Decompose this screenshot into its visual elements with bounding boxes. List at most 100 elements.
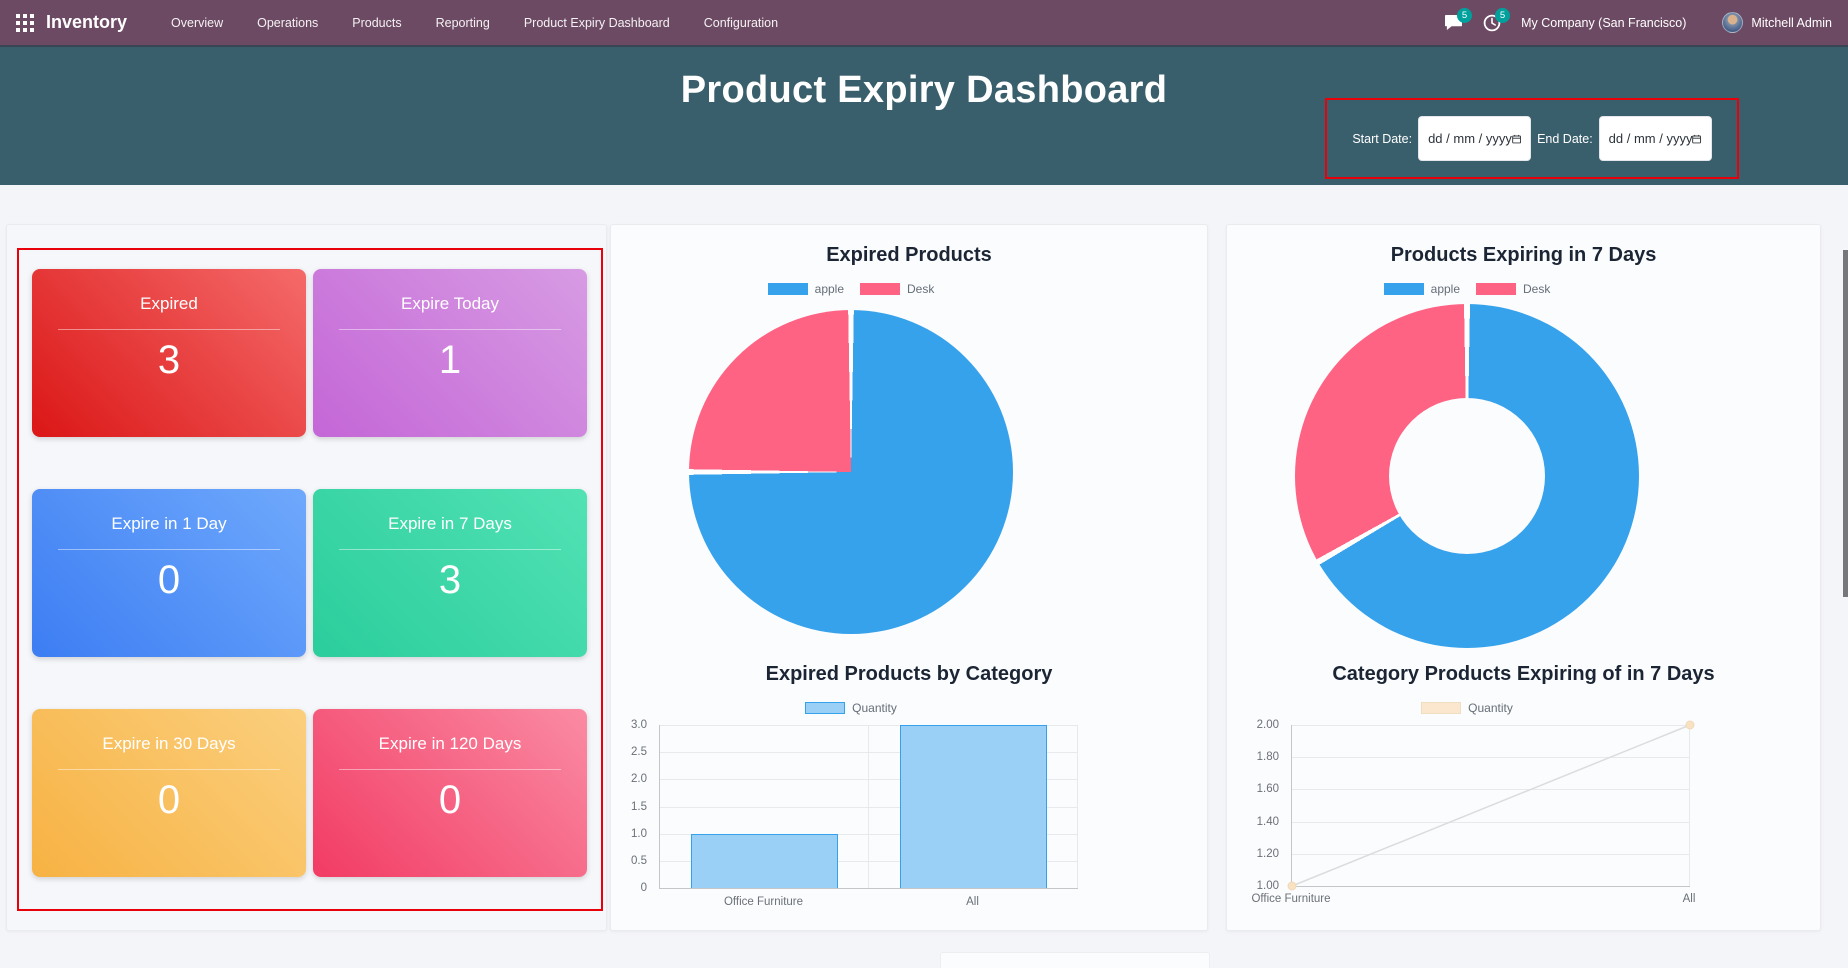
y-tick-label: 3.0 — [631, 719, 647, 731]
gridline — [868, 725, 869, 888]
expired-products-chart-canvas — [611, 310, 1091, 634]
data-point-all[interactable] — [1685, 720, 1695, 730]
dashboard-header: Product Expiry Dashboard Start Date: dd … — [0, 45, 1848, 185]
line-plot-area[interactable] — [1287, 720, 1695, 891]
activities-button[interactable]: 5 — [1483, 7, 1511, 32]
summary-cards-panel: Expired 3 Expire Today 1 Expire in 1 Day 0 Exp… — [6, 224, 607, 931]
nav-item-overview[interactable]: Overview — [171, 16, 223, 30]
expiring-7-days-chart-canvas — [1227, 304, 1707, 648]
end-date-value: dd / mm / yyyy — [1608, 131, 1693, 146]
card-expire-in-120-days[interactable]: Expire in 120 Days 0 — [313, 709, 587, 877]
card-label: Expire Today — [401, 294, 499, 313]
start-date-label: Start Date: — [1352, 131, 1413, 146]
page-scrollbar-thumb[interactable] — [1843, 250, 1848, 597]
legend-swatch-apple — [767, 283, 808, 295]
card-expire-today[interactable]: Expire Today 1 — [313, 269, 587, 437]
card-value: 3 — [438, 558, 462, 602]
card-label: Expired — [140, 294, 198, 313]
expired-by-category-chart-title: Expired Products by Category — [765, 663, 1053, 685]
expired-products-pie-chart[interactable] — [689, 310, 1013, 634]
card-expire-in-7-days[interactable]: Expire in 7 Days 3 — [313, 489, 587, 657]
card-divider — [339, 329, 561, 330]
y-axis: 0 0.5 1.0 1.5 2.0 2.5 3.0 — [611, 719, 655, 894]
legend-item-desk[interactable]: Desk — [860, 282, 934, 296]
card-label: Expire in 1 Day — [111, 514, 227, 533]
legend-item-quantity[interactable]: Quantity — [805, 701, 897, 715]
bar-plot-area[interactable] — [659, 725, 1078, 889]
card-value: 0 — [157, 558, 181, 602]
line-series — [1287, 720, 1695, 891]
card-expire-in-1-day[interactable]: Expire in 1 Day 0 — [32, 489, 306, 657]
legend-item-desk[interactable]: Desk — [1476, 282, 1550, 296]
partially-visible-card — [940, 952, 1210, 968]
messages-badge: 5 — [1457, 8, 1473, 23]
cards-grid: Expired 3 Expire Today 1 Expire in 1 Day 0 Exp… — [19, 250, 601, 896]
nav-item-reporting[interactable]: Reporting — [436, 16, 490, 30]
expiring-7-days-chart-title: Products Expiring in 7 Days — [1390, 244, 1657, 266]
y-tick-label: 1.5 — [631, 800, 647, 813]
legend-item-quantity[interactable]: Quantity — [1421, 701, 1513, 715]
y-tick-label: 2.00 — [1256, 719, 1279, 731]
legend-label: Desk — [1523, 282, 1551, 296]
legend-item-apple[interactable]: apple — [1383, 282, 1461, 296]
nav-item-products[interactable]: Products — [352, 16, 401, 30]
y-tick-label: 2.0 — [631, 773, 647, 786]
nav-item-operations[interactable]: Operations — [257, 16, 318, 30]
legend-label: apple — [814, 282, 845, 296]
gridline — [1077, 725, 1078, 888]
data-point-office-furniture[interactable] — [1287, 881, 1297, 891]
cards-highlight-box: Expired 3 Expire Today 1 Expire in 1 Day 0 Exp… — [17, 248, 603, 911]
x-label-all: All — [1682, 893, 1696, 905]
card-label: Expire in 120 Days — [378, 734, 522, 753]
company-switcher[interactable]: My Company (San Francisco) — [1521, 16, 1686, 30]
y-tick-label: 1.40 — [1256, 815, 1279, 828]
nav-item-product-expiry-dashboard[interactable]: Product Expiry Dashboard — [524, 16, 670, 30]
card-value: 1 — [438, 338, 462, 382]
x-label-office-furniture: Office Furniture — [1251, 893, 1331, 905]
expired-products-panel: Expired Products apple Desk Expired Produ… — [610, 224, 1208, 931]
y-tick-label: 1.00 — [1256, 880, 1279, 892]
category-expiring-legend: Quantity — [1227, 701, 1707, 715]
start-date-input[interactable]: dd / mm / yyyy — [1418, 116, 1532, 161]
calendar-icon — [1512, 134, 1521, 143]
expiring-7-days-panel: Products Expiring in 7 Days apple Desk Ca… — [1226, 224, 1821, 931]
category-expiring-chart-title: Category Products Expiring of in 7 Days — [1332, 663, 1715, 685]
apps-menu-icon[interactable] — [16, 13, 34, 32]
nav-item-configuration[interactable]: Configuration — [704, 16, 778, 30]
legend-label: Quantity — [852, 701, 897, 715]
legend-swatch-quantity — [1421, 702, 1462, 714]
card-divider — [58, 549, 280, 550]
activities-badge: 5 — [1495, 7, 1511, 23]
donut-hole — [1389, 398, 1545, 554]
legend-item-apple[interactable]: apple — [767, 282, 845, 296]
bar-office-furniture[interactable] — [690, 833, 839, 888]
user-name: Mitchell Admin — [1751, 15, 1832, 30]
end-date-label: End Date: — [1537, 131, 1593, 146]
user-menu[interactable]: Mitchell Admin — [1722, 12, 1832, 33]
y-tick-label: 0 — [640, 882, 647, 894]
card-expired[interactable]: Expired 3 — [32, 269, 306, 437]
y-axis: 1.00 1.20 1.40 1.60 1.80 2.00 — [1227, 719, 1287, 892]
start-date-value: dd / mm / yyyy — [1428, 131, 1512, 146]
app-name[interactable]: Inventory — [46, 12, 127, 33]
card-expire-in-30-days[interactable]: Expire in 30 Days 0 — [32, 709, 306, 877]
expiring-7-days-donut-chart[interactable] — [1295, 304, 1639, 648]
user-avatar — [1722, 12, 1744, 33]
category-expiring-line-chart[interactable]: 1.00 1.20 1.40 1.60 1.80 2.00 Office Furniture… — [1227, 717, 1707, 927]
legend-label: apple — [1430, 282, 1461, 296]
card-divider — [58, 769, 280, 770]
grid-icon — [16, 13, 34, 32]
calendar-icon — [1692, 134, 1702, 143]
expired-by-category-bar-chart[interactable]: 0 0.5 1.0 1.5 2.0 2.5 3.0 Office Furniture All — [611, 717, 1091, 927]
expiring-7-days-legend: apple Desk — [1227, 282, 1707, 296]
bar-all[interactable] — [899, 725, 1048, 888]
date-filter-highlight-box: Start Date: dd / mm / yyyy End Date: dd … — [1325, 98, 1739, 179]
legend-swatch-desk — [860, 283, 901, 295]
end-date-input[interactable]: dd / mm / yyyy — [1598, 116, 1712, 161]
card-divider — [339, 769, 561, 770]
card-value: 0 — [438, 778, 462, 822]
y-tick-label: 1.20 — [1256, 847, 1279, 860]
navbar-systray: 5 5 My Company (San Francisco) Mitchell … — [1444, 7, 1832, 33]
messages-button[interactable]: 5 — [1444, 8, 1473, 31]
top-navbar: Inventory Overview Operations Products Repo… — [0, 0, 1848, 45]
